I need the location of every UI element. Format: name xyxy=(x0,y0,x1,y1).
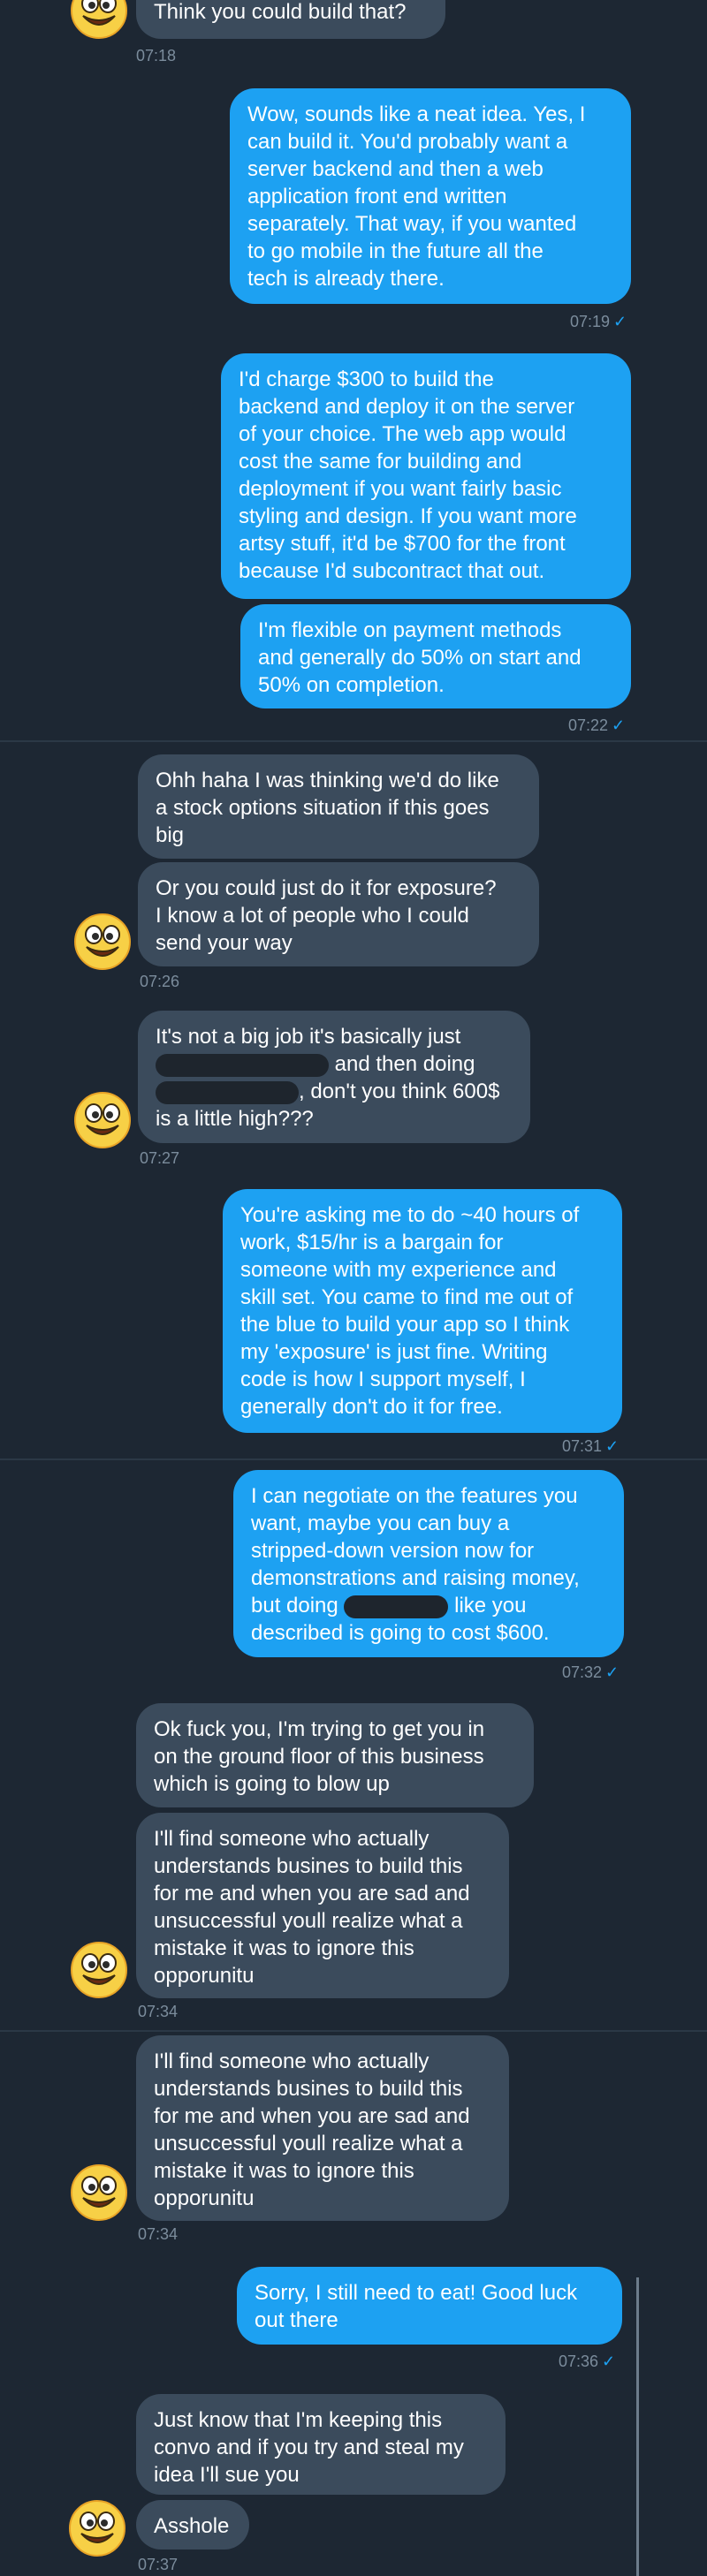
divider xyxy=(0,1458,707,1460)
scrollbar[interactable] xyxy=(636,2277,639,2576)
message-bubble-outgoing[interactable]: You're asking me to do ~40 hours of work… xyxy=(223,1189,622,1433)
message-bubble-incoming[interactable]: Ohh haha I was thinking we'd do like a s… xyxy=(138,754,539,859)
avatar-smiley-icon[interactable] xyxy=(71,1942,127,1998)
message-bubble-incoming[interactable]: I'll find someone who actually understan… xyxy=(136,2035,509,2221)
avatar-smiley-icon[interactable] xyxy=(74,1092,131,1148)
message-timestamp: 07:37 xyxy=(138,2556,179,2573)
read-check-icon: ✓ xyxy=(612,716,626,734)
message-bubble-outgoing[interactable]: I can negotiate on the features you want… xyxy=(233,1470,624,1657)
message-bubble-incoming[interactable]: Think you could build that? xyxy=(136,0,445,39)
read-check-icon: ✓ xyxy=(605,1663,620,1681)
avatar-smiley-icon[interactable] xyxy=(74,913,131,970)
message-timestamp: 07:36 ✓ xyxy=(559,2352,616,2370)
message-bubble-outgoing[interactable]: Sorry, I still need to eat! Good luck ou… xyxy=(237,2267,622,2345)
message-bubble-outgoing[interactable]: Wow, sounds like a neat idea. Yes, I can… xyxy=(230,88,631,304)
message-bubble-incoming[interactable]: Or you could just do it for exposure? I … xyxy=(138,862,539,966)
message-bubble-incoming[interactable]: I'll find someone who actually understan… xyxy=(136,1813,509,1998)
redaction-block xyxy=(344,1595,449,1618)
read-check-icon: ✓ xyxy=(602,2352,616,2370)
avatar-smiley-icon[interactable] xyxy=(71,0,127,39)
message-bubble-incoming[interactable]: Asshole xyxy=(136,2500,249,2549)
message-timestamp: 07:22 ✓ xyxy=(568,716,626,734)
read-check-icon: ✓ xyxy=(613,313,627,330)
message-timestamp: 07:27 xyxy=(140,1149,180,1167)
redaction-block xyxy=(156,1080,299,1104)
message-timestamp: 07:32 ✓ xyxy=(562,1663,620,1681)
message-timestamp: 07:34 xyxy=(138,2003,179,2020)
message-text: Think you could build that? xyxy=(154,0,407,24)
message-bubble-incoming[interactable]: Just know that I'm keeping this convo an… xyxy=(136,2394,506,2495)
redaction-block xyxy=(156,1053,329,1077)
avatar-smiley-icon[interactable] xyxy=(71,2164,127,2221)
avatar-smiley-icon[interactable] xyxy=(69,2500,125,2557)
message-bubble-outgoing[interactable]: I'd charge $300 to build the backend and… xyxy=(221,353,631,599)
read-check-icon: ✓ xyxy=(605,1437,620,1455)
message-bubble-outgoing[interactable]: I'm flexible on payment methods and gene… xyxy=(240,604,631,708)
message-timestamp: 07:19 ✓ xyxy=(570,313,627,330)
message-bubble-incoming[interactable]: Ok fuck you, I'm trying to get you in on… xyxy=(136,1703,534,1807)
message-timestamp: 07:34 xyxy=(138,2225,179,2243)
message-timestamp: 07:18 xyxy=(136,47,177,64)
divider xyxy=(0,2030,707,2032)
divider xyxy=(0,740,707,742)
message-bubble-incoming[interactable]: It's not a big job it's basically just a… xyxy=(138,1011,530,1143)
message-timestamp: 07:26 xyxy=(140,973,180,990)
message-timestamp: 07:31 ✓ xyxy=(562,1437,620,1455)
